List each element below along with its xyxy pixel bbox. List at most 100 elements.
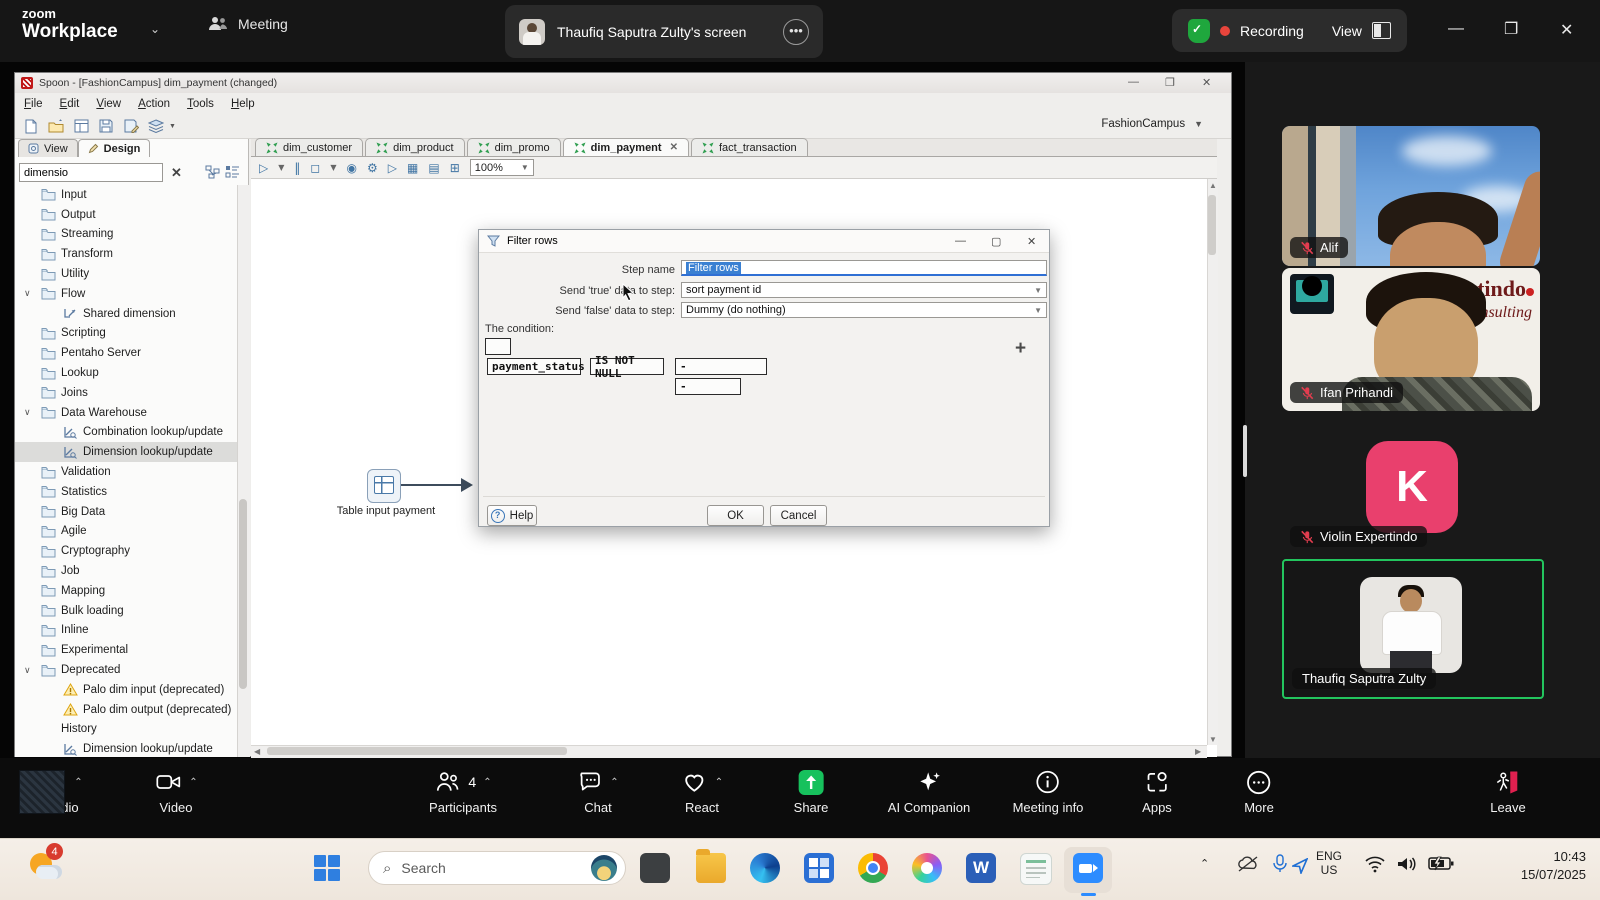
tab-meeting[interactable]: Meeting [208, 16, 288, 32]
clear-search-icon[interactable]: ✕ [171, 165, 182, 181]
sidebar-scroll-indicator[interactable] [1243, 425, 1247, 477]
tree-item-utility[interactable]: Utility [15, 264, 237, 284]
chevron-up-icon[interactable]: ⌃ [483, 777, 491, 788]
control-leave[interactable]: Leave [1490, 767, 1525, 815]
ok-button[interactable]: OK [707, 505, 764, 526]
control-share[interactable]: Share [794, 767, 829, 815]
save-icon[interactable] [98, 118, 114, 134]
condition-negate-box[interactable] [485, 338, 511, 355]
tray-chevron-icon[interactable]: ⌃ [1200, 857, 1209, 870]
spoon-maximize-button[interactable]: ❐ [1165, 76, 1175, 89]
tree-item-deprecated[interactable]: ∨Deprecated [15, 660, 237, 680]
menu-edit[interactable]: Edit [60, 98, 80, 110]
participant-tile-active-speaker[interactable]: Thaufiq Saputra Zulty [1282, 559, 1544, 699]
chrome-browser-icon[interactable] [858, 853, 888, 883]
tree-item-dimension-lookup-update[interactable]: Dimension lookup/update [15, 442, 237, 462]
tree-item-palo-dim-output-deprecated-[interactable]: Palo dim output (deprecated) [15, 700, 237, 720]
taskbar-search[interactable]: ⌕ Search [368, 851, 626, 885]
control-react[interactable]: ⌃React [681, 767, 723, 815]
view-button-label[interactable]: View [1332, 23, 1362, 39]
cancel-button[interactable]: Cancel [770, 505, 827, 526]
layers-icon[interactable] [148, 118, 164, 134]
control-apps[interactable]: Apps [1142, 767, 1172, 815]
tree-expander-icon[interactable]: ∨ [24, 407, 31, 418]
tree-item-agile[interactable]: Agile [15, 522, 237, 542]
tree-item-inline[interactable]: Inline [15, 621, 237, 641]
tree-item-output[interactable]: Output [15, 205, 237, 225]
transformation-tab-dim_promo[interactable]: dim_promo [467, 138, 561, 156]
list-toggle-icon[interactable] [225, 165, 240, 179]
condition-field-box[interactable]: payment_status [487, 358, 581, 375]
control-participants[interactable]: 4⌃Participants [429, 767, 497, 815]
tree-item-validation[interactable]: Validation [15, 462, 237, 482]
battery-icon[interactable] [1428, 856, 1454, 871]
scroll-down-icon[interactable]: ▼ [1209, 735, 1217, 744]
run-icon[interactable]: ▷ [259, 161, 268, 175]
participant-tile-2[interactable]: rtindoConsultingIfan Prihandi [1282, 268, 1540, 411]
control-chat[interactable]: ⌃Chat [577, 767, 618, 815]
tree-item-combination-lookup-update[interactable]: Combination lookup/update [15, 423, 237, 443]
control-meeting-info[interactable]: Meeting info [1013, 767, 1084, 815]
participant-tile-1[interactable]: Alif [1282, 126, 1540, 266]
add-condition-button[interactable]: + [1015, 338, 1026, 360]
transformation-tab-dim_customer[interactable]: dim_customer [255, 138, 363, 156]
chevron-up-icon[interactable]: ⌃ [715, 777, 723, 788]
menu-help[interactable]: Help [231, 98, 255, 110]
menu-tools[interactable]: Tools [187, 98, 214, 110]
volume-icon[interactable] [1396, 855, 1418, 873]
minimize-button[interactable]: — [1448, 20, 1464, 38]
scroll-up-icon[interactable]: ▲ [1209, 181, 1217, 190]
stop-options-icon[interactable]: ▼ [330, 163, 336, 172]
ellipsis-icon[interactable]: ••• [783, 19, 809, 45]
tree-item-input[interactable]: Input [15, 185, 237, 205]
chevron-up-icon[interactable]: ⌃ [610, 777, 618, 788]
preview-icon[interactable]: ◉ [347, 161, 357, 175]
canvas-hscroll-thumb[interactable] [267, 747, 567, 755]
dialog-maximize-button[interactable]: ▢ [991, 235, 1001, 248]
participant-tile-3[interactable]: KViolin Expertindo [1282, 423, 1540, 555]
tree-item-flow[interactable]: ∨Flow [15, 284, 237, 304]
run-options-icon[interactable]: ▼ [278, 163, 284, 172]
taskbar-app-widgets[interactable] [640, 853, 670, 883]
tree-item-lookup[interactable]: Lookup [15, 363, 237, 383]
close-button[interactable]: ✕ [1560, 20, 1573, 40]
clock[interactable]: 10:43 15/07/2025 [1521, 848, 1586, 883]
control-ai-companion[interactable]: AI Companion [888, 767, 970, 815]
language-indicator[interactable]: ENG US [1316, 849, 1342, 878]
menu-view[interactable]: View [96, 98, 121, 110]
tree-item-joins[interactable]: Joins [15, 383, 237, 403]
send-true-combo[interactable]: sort payment id ▼ [681, 282, 1047, 298]
save-as-icon[interactable] [123, 118, 139, 134]
tree-item-streaming[interactable]: Streaming [15, 225, 237, 245]
stop-icon[interactable]: ◻ [310, 161, 320, 175]
debug-icon[interactable]: ⚙ [367, 161, 378, 175]
tree-item-bulk-loading[interactable]: Bulk loading [15, 601, 237, 621]
tree-item-cryptography[interactable]: Cryptography [15, 541, 237, 561]
menu-file[interactable]: File [24, 98, 43, 110]
tree-item-job[interactable]: Job [15, 561, 237, 581]
tree-expander-icon[interactable]: ∨ [24, 288, 31, 299]
dialog-minimize-button[interactable]: — [955, 235, 966, 247]
tree-item-history[interactable]: History [15, 720, 237, 740]
tree-item-transform[interactable]: Transform [15, 244, 237, 264]
chevron-up-icon[interactable]: ⌃ [189, 777, 197, 788]
location-icon[interactable] [1292, 858, 1308, 874]
repository-selector[interactable]: FashionCampus ▼ [1101, 118, 1203, 130]
tree-item-shared-dimension[interactable]: Shared dimension [15, 304, 237, 324]
table-input-step-icon[interactable] [367, 469, 401, 503]
file-explorer-icon[interactable] [696, 853, 726, 883]
restore-button[interactable]: ❐ [1504, 19, 1518, 39]
menu-action[interactable]: Action [138, 98, 170, 110]
step-name-input[interactable]: Filter rows [681, 260, 1047, 276]
new-file-icon[interactable] [23, 118, 39, 134]
control-more[interactable]: More [1244, 767, 1274, 815]
mic-tray-icon[interactable] [1272, 854, 1288, 874]
tab-view[interactable]: View [18, 139, 78, 157]
explore-repository-icon[interactable] [73, 118, 89, 134]
wifi-icon[interactable] [1364, 855, 1386, 873]
weather-widget[interactable]: 4 [28, 847, 68, 887]
layout-view-icon[interactable] [1372, 22, 1391, 39]
pause-icon[interactable]: ‖ [294, 161, 300, 175]
steps-search-input[interactable] [19, 163, 163, 182]
tree-item-pentaho-server[interactable]: Pentaho Server [15, 343, 237, 363]
